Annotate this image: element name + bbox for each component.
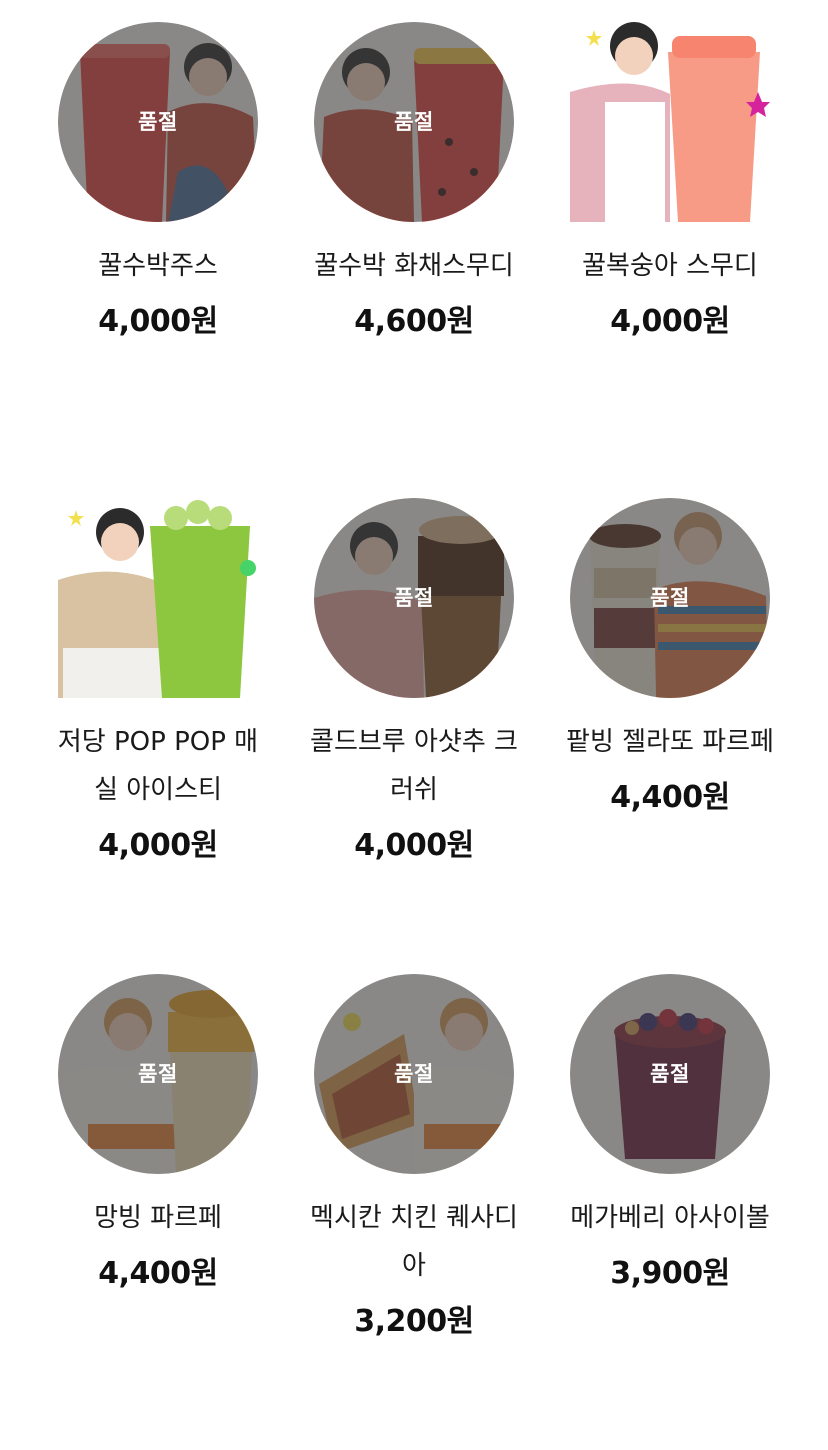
product-card[interactable]: 품절 망빙 파르페 4,400원 bbox=[30, 974, 286, 1450]
product-image: 품절 bbox=[570, 498, 770, 698]
product-name: 꿀복숭아 스무디 bbox=[582, 251, 758, 281]
product-price: 4,400원 bbox=[610, 780, 730, 815]
product-name: 꿀수박주스 bbox=[98, 251, 218, 281]
sold-out-badge: 품절 bbox=[650, 586, 690, 610]
product-price: 4,000원 bbox=[354, 828, 474, 863]
product-card[interactable]: 저당 POP POP 매실 아이스티 4,000원 bbox=[30, 498, 286, 974]
product-image: 품절 bbox=[58, 22, 258, 222]
product-image: 품절 bbox=[314, 498, 514, 698]
product-image: 품절 bbox=[570, 974, 770, 1174]
product-price: 4,600원 bbox=[354, 304, 474, 339]
product-price: 3,200원 bbox=[354, 1304, 474, 1339]
product-name: 꿀수박 화채스무디 bbox=[314, 251, 514, 281]
product-image: 품절 bbox=[314, 22, 514, 222]
product-price: 3,900원 bbox=[610, 1256, 730, 1291]
product-image: 품절 bbox=[58, 974, 258, 1174]
sold-out-badge: 품절 bbox=[138, 110, 178, 134]
product-image bbox=[570, 22, 770, 222]
product-price: 4,000원 bbox=[98, 304, 218, 339]
product-image: 품절 bbox=[314, 974, 514, 1174]
product-card[interactable]: 품절 꿀수박 화채스무디 4,600원 bbox=[286, 22, 542, 498]
product-image bbox=[58, 498, 258, 698]
product-card[interactable]: 품절 메가베리 아사이볼 3,900원 bbox=[542, 974, 798, 1450]
product-name: 콜드브루 아샷추 크러쉬 bbox=[310, 727, 518, 805]
product-name: 팥빙 젤라또 파르페 bbox=[566, 727, 774, 757]
sold-out-badge: 품절 bbox=[650, 1062, 690, 1086]
product-card[interactable]: 품절 콜드브루 아샷추 크러쉬 4,000원 bbox=[286, 498, 542, 974]
sold-out-badge: 품절 bbox=[394, 1062, 434, 1086]
sold-out-badge: 품절 bbox=[138, 1062, 178, 1086]
sold-out-badge: 품절 bbox=[394, 110, 434, 134]
product-price: 4,400원 bbox=[98, 1256, 218, 1291]
product-name: 저당 POP POP 매실 아이스티 bbox=[57, 727, 259, 805]
product-card[interactable]: 품절 팥빙 젤라또 파르페 4,400원 bbox=[542, 498, 798, 974]
sold-out-badge: 품절 bbox=[394, 586, 434, 610]
product-price: 4,000원 bbox=[98, 828, 218, 863]
product-grid: 품절 꿀수박주스 4,000원 품절 꿀수박 화채스무디 4,600원 꿀복숭아… bbox=[30, 22, 798, 1450]
product-name: 멕시칸 치킨 퀘사디아 bbox=[310, 1203, 518, 1281]
product-name: 메가베리 아사이볼 bbox=[570, 1203, 770, 1233]
product-price: 4,000원 bbox=[610, 304, 730, 339]
product-card[interactable]: 품절 꿀수박주스 4,000원 bbox=[30, 22, 286, 498]
product-name: 망빙 파르페 bbox=[94, 1203, 222, 1233]
product-card[interactable]: 꿀복숭아 스무디 4,000원 bbox=[542, 22, 798, 498]
product-card[interactable]: 품절 멕시칸 치킨 퀘사디아 3,200원 bbox=[286, 974, 542, 1450]
